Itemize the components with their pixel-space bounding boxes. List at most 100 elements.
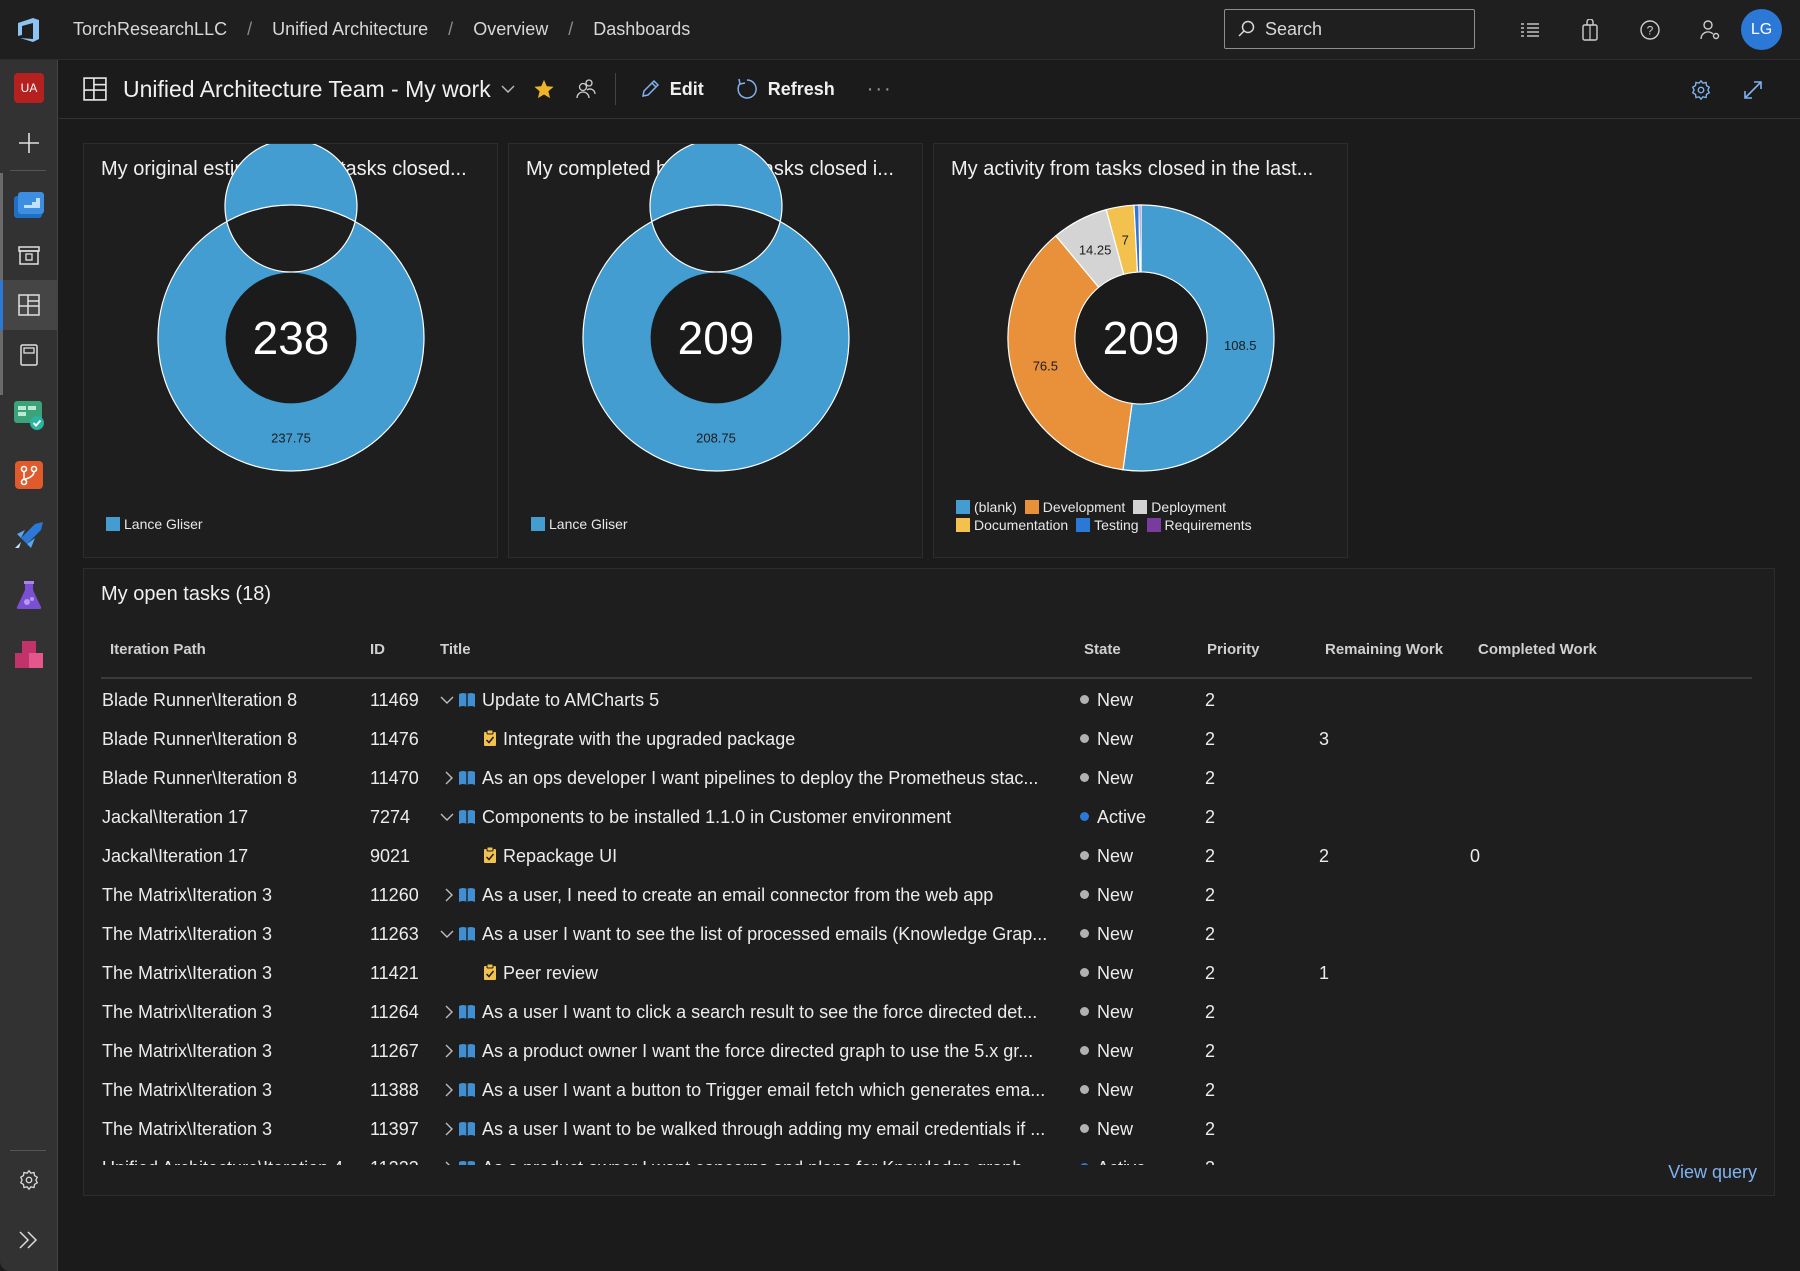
state-indicator-dot — [1080, 1046, 1089, 1055]
rail-pipelines[interactable] — [0, 510, 58, 560]
azure-devops-logo-icon[interactable] — [0, 0, 58, 60]
table-row[interactable]: Jackal\Iteration 17 9021 Repackage UI New 2 2… — [101, 837, 1752, 876]
cell-title[interactable]: As a user I want a button to Trigger ema… — [458, 1080, 1045, 1101]
rail-boards[interactable] — [0, 390, 58, 440]
cell-title[interactable]: As a user I want to see the list of proc… — [458, 924, 1047, 945]
breadcrumb-organization[interactable]: TorchResearchLLC — [73, 19, 227, 40]
search-input[interactable]: Search — [1224, 9, 1475, 49]
state-indicator-dot — [1080, 1124, 1089, 1133]
table-row[interactable]: The Matrix\Iteration 3 11260 As a user, I … — [101, 876, 1752, 915]
refresh-button[interactable]: Refresh — [736, 78, 835, 100]
cell-title[interactable]: As a user I want to click a search resul… — [458, 1002, 1037, 1023]
cell-title[interactable]: As a user, I need to create an email con… — [458, 885, 993, 906]
cell-title[interactable]: Repackage UI — [483, 846, 617, 867]
cell-title[interactable]: As a product owner I want concerns and p… — [458, 1158, 1022, 1165]
team-members-icon[interactable] — [575, 78, 597, 100]
rail-dashboards[interactable] — [0, 280, 58, 330]
rail-summary[interactable] — [0, 230, 58, 280]
cell-title[interactable]: As a user I want to be walked through ad… — [458, 1119, 1045, 1140]
table-row[interactable]: The Matrix\Iteration 3 11397 As a user I w… — [101, 1110, 1752, 1149]
chevron-right-icon[interactable] — [441, 887, 457, 903]
chevron-right-icon[interactable] — [441, 1121, 457, 1137]
chevron-right-icon[interactable] — [441, 770, 457, 786]
cell-title[interactable]: As a product owner I want the force dire… — [458, 1041, 1033, 1062]
table-row[interactable]: Blade Runner\Iteration 8 11470 As an ops d… — [101, 759, 1752, 798]
breadcrumb: TorchResearchLLC / Unified Architecture … — [73, 19, 690, 40]
chevron-down-icon[interactable] — [439, 928, 455, 940]
breadcrumb-separator: / — [448, 19, 454, 39]
cell-priority: 2 — [1205, 924, 1216, 944]
user-avatar[interactable]: LG — [1741, 9, 1782, 50]
rail-wiki[interactable] — [0, 330, 58, 380]
chevron-right-icon[interactable] — [441, 1082, 457, 1098]
cell-iteration-path: The Matrix\Iteration 3 — [102, 924, 273, 944]
new-item-button[interactable] — [0, 118, 58, 168]
column-header-remaining-work[interactable]: Remaining Work — [1325, 641, 1443, 658]
breadcrumb-overview[interactable]: Overview — [473, 19, 548, 40]
chevron-down-icon[interactable] — [439, 694, 455, 706]
cell-state: New — [1080, 885, 1133, 906]
edit-button[interactable]: Edit — [640, 79, 704, 100]
widget-activity[interactable]: My activity from tasks closed in the las… — [933, 143, 1348, 558]
cell-title[interactable]: Peer review — [483, 963, 598, 984]
table-row[interactable]: Blade Runner\Iteration 8 11476 Integrate w… — [101, 720, 1752, 759]
column-header-iteration-path[interactable]: Iteration Path — [110, 641, 206, 658]
chevron-right-icon[interactable] — [441, 1043, 457, 1059]
breadcrumb-dashboards[interactable]: Dashboards — [593, 19, 690, 40]
chevron-right-icon[interactable] — [441, 1004, 457, 1020]
table-row[interactable]: The Matrix\Iteration 3 11388 As a user I w… — [101, 1071, 1752, 1110]
rail-overview[interactable] — [0, 180, 58, 230]
table-row[interactable]: The Matrix\Iteration 3 11267 As a product … — [101, 1032, 1752, 1071]
project-badge[interactable]: UA — [0, 63, 58, 113]
cell-state: New — [1080, 846, 1133, 867]
full-screen-icon[interactable] — [1742, 79, 1764, 101]
more-actions-button[interactable]: ··· — [867, 78, 893, 101]
cell-title[interactable]: Update to AMCharts 5 — [458, 690, 659, 711]
expand-rail-button[interactable] — [0, 1215, 58, 1265]
user-story-icon — [459, 771, 475, 785]
pie-slice-requirements[interactable] — [1138, 204, 1142, 273]
table-row[interactable]: The Matrix\Iteration 3 11263 As a user I w… — [101, 915, 1752, 954]
widget-original-estimates[interactable]: My original estimates from tasks closed.… — [83, 143, 498, 558]
chevron-down-icon[interactable] — [439, 811, 455, 823]
column-header-completed-work[interactable]: Completed Work — [1478, 641, 1597, 658]
cell-iteration-path: Blade Runner\Iteration 8 — [102, 768, 298, 788]
cell-priority: 2 — [1205, 729, 1216, 749]
rail-artifacts[interactable] — [0, 630, 58, 680]
cell-completed-work: 0 — [1470, 846, 1481, 866]
donut-chart-completed-hours: 208.75 209 — [582, 144, 850, 472]
favorite-star-icon[interactable] — [533, 78, 555, 100]
cell-title[interactable]: As an ops developer I want pipelines to … — [458, 768, 1038, 789]
table-row[interactable]: Blade Runner\Iteration 8 11469 Update to A… — [101, 681, 1752, 720]
column-header-id[interactable]: ID — [370, 641, 385, 658]
table-row[interactable]: Unified Architecture\Iteration 4 11223 As … — [101, 1149, 1752, 1165]
column-header-priority[interactable]: Priority — [1207, 641, 1260, 658]
cell-title[interactable]: Components to be installed 1.1.0 in Cust… — [458, 807, 951, 828]
rail-repos[interactable] — [0, 450, 58, 500]
widget-completed-hours[interactable]: My completed hours from tasks closed i..… — [508, 143, 923, 558]
plus-icon — [19, 133, 39, 153]
user-settings-icon[interactable] — [1680, 0, 1740, 60]
project-settings-button[interactable] — [0, 1155, 58, 1205]
table-row[interactable]: Jackal\Iteration 17 7274 Components to be … — [101, 798, 1752, 837]
state-indicator-dot — [1080, 1007, 1089, 1016]
marketplace-bag-icon[interactable] — [1560, 0, 1620, 60]
column-header-state[interactable]: State — [1084, 641, 1121, 658]
cell-iteration-path: Jackal\Iteration 17 — [102, 846, 249, 866]
breadcrumb-project[interactable]: Unified Architecture — [272, 19, 428, 40]
rail-test-plans[interactable] — [0, 570, 58, 620]
column-header-title[interactable]: Title — [440, 641, 471, 658]
dashboard-picker[interactable]: Unified Architecture Team - My work — [83, 76, 515, 103]
cell-priority: 2 — [1205, 768, 1216, 788]
chevron-right-icon[interactable] — [441, 1160, 457, 1165]
summary-icon — [18, 246, 40, 265]
table-row[interactable]: The Matrix\Iteration 3 11421 Peer review Ne… — [101, 954, 1752, 993]
dashboard-settings-gear-icon[interactable] — [1690, 79, 1712, 101]
view-query-link[interactable]: View query — [1668, 1162, 1757, 1183]
table-row[interactable]: The Matrix\Iteration 3 11264 As a user I w… — [101, 993, 1752, 1032]
help-icon[interactable]: ? — [1620, 0, 1680, 60]
legend-swatch — [531, 517, 545, 531]
task-list-icon[interactable] — [1500, 0, 1560, 60]
cell-title[interactable]: Integrate with the upgraded package — [483, 729, 795, 750]
cell-state: New — [1080, 1119, 1133, 1140]
